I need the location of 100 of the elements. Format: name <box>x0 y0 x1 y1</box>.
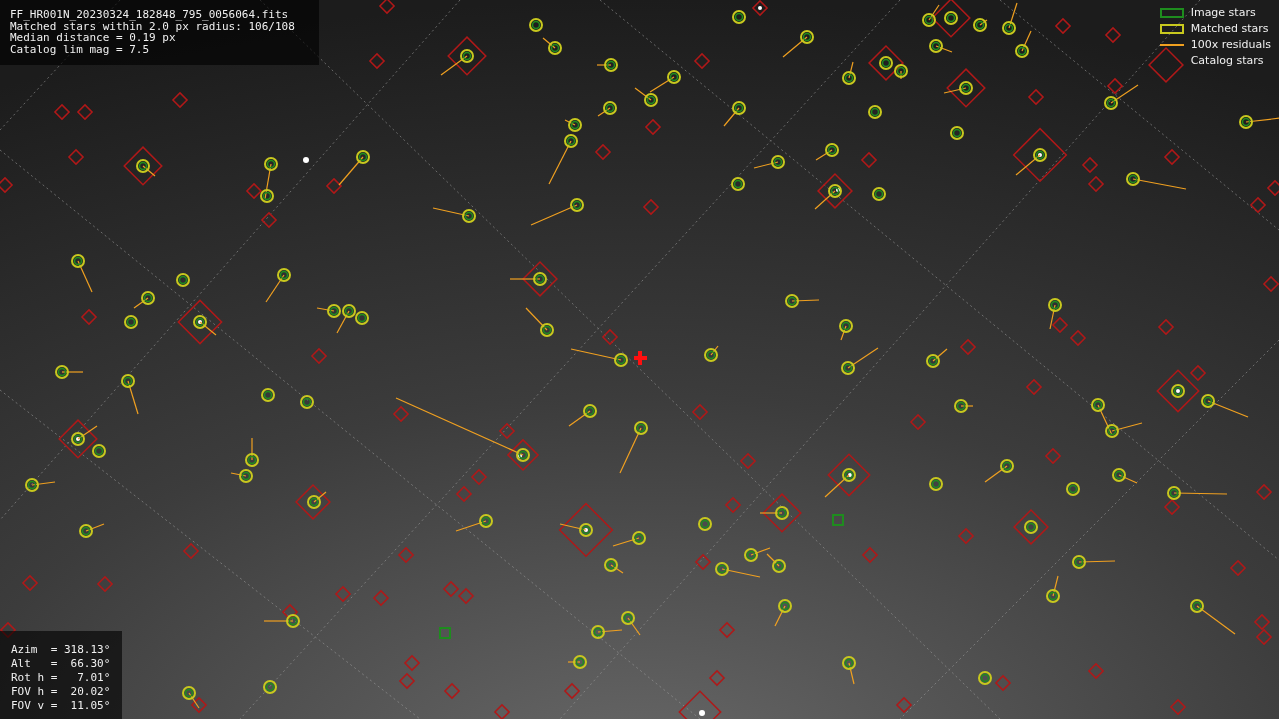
matched-star-marker <box>121 374 139 415</box>
catalog-star-marker <box>403 654 421 672</box>
matched-star-marker <box>25 478 56 492</box>
legend-label: Image stars <box>1190 6 1256 19</box>
info-text: FF_HR001N_20230324_182848_795_0056064.fits <box>10 9 290 21</box>
matched-star-marker <box>542 37 562 55</box>
matched-star-marker <box>814 184 842 210</box>
matched-star-marker <box>570 348 628 367</box>
catalog-star-marker <box>994 674 1012 692</box>
matched-star-marker <box>1112 468 1138 484</box>
matched-star-marker <box>978 671 992 685</box>
matched-star-marker <box>263 614 300 628</box>
info-text: Median distance = 0.19 px <box>10 32 176 44</box>
catalog-star-marker <box>558 502 614 558</box>
catalog-star-marker <box>397 546 415 564</box>
matched-star-marker <box>1072 555 1116 569</box>
matched-star-marker <box>619 421 648 474</box>
matched-star-marker <box>548 134 578 185</box>
catalog-star-marker <box>708 669 726 687</box>
matched-star-marker <box>954 399 974 413</box>
matched-star-marker <box>529 18 543 32</box>
catalog-star-marker <box>245 182 263 200</box>
catalog-star-marker <box>957 527 975 545</box>
catalog-star-marker <box>1148 46 1184 83</box>
catalog-star-marker <box>493 703 511 719</box>
matched-star-marker <box>753 155 785 169</box>
matched-star-marker <box>1066 482 1080 496</box>
catalog-star-marker <box>457 587 475 605</box>
catalog-star-marker <box>1262 275 1279 293</box>
catalog-star-marker <box>171 91 189 109</box>
catalog-star-marker <box>1255 483 1273 501</box>
catalog-star-marker <box>762 493 802 533</box>
legend-label: Catalog stars <box>1190 54 1264 67</box>
info-text: Catalog lim mag = 7.5 <box>10 43 151 55</box>
catalog-star-marker <box>1025 378 1043 396</box>
matched-star-marker <box>564 118 582 132</box>
matched-star-marker <box>1046 575 1060 603</box>
catalog-star-marker <box>368 52 386 70</box>
matched-star-marker <box>182 686 200 709</box>
catalog-star-marker <box>1255 628 1273 646</box>
matched-star-marker <box>759 506 789 520</box>
catalog-star-marker <box>644 118 662 136</box>
catalog-star-marker <box>182 542 200 560</box>
matched-star-marker <box>839 319 853 341</box>
catalog-star-marker <box>739 452 757 470</box>
matched-star-marker <box>929 39 953 53</box>
matched-star-marker <box>193 315 217 336</box>
matched-star-marker <box>307 491 327 509</box>
catalog-star-marker <box>1027 88 1045 106</box>
matched-star-marker <box>943 81 973 95</box>
matched-star-marker <box>1104 84 1139 110</box>
matched-star-marker <box>842 61 856 85</box>
matched-star-marker <box>263 680 277 694</box>
matched-star-marker <box>842 656 856 685</box>
catalog-star-marker <box>455 485 473 503</box>
matched-star-marker <box>261 388 275 402</box>
matched-star-marker <box>124 315 138 329</box>
catalog-star-marker <box>53 103 71 121</box>
matched-star-marker <box>509 272 547 286</box>
catalog-star-marker <box>1229 559 1247 577</box>
matched-star-marker <box>176 273 190 287</box>
matched-star-marker <box>440 49 474 76</box>
catalog-star-marker <box>260 211 278 229</box>
catalog-star-marker <box>58 419 98 459</box>
catalog-star-marker <box>959 338 977 356</box>
info-text: Matched stars within 2.0 px radius: 106/108 <box>10 20 296 32</box>
matched-star-marker <box>455 514 493 532</box>
catalog-star-marker <box>1044 447 1062 465</box>
catalog-star-marker <box>563 682 581 700</box>
catalog-star-marker <box>895 696 913 714</box>
matched-star-marker <box>649 70 681 93</box>
matched-star-marker <box>568 404 597 427</box>
catalog-star-marker <box>1013 508 1049 545</box>
catalog-star-marker <box>76 103 94 121</box>
catalog-star-marker <box>123 146 163 186</box>
catalog-star-marker <box>470 468 488 486</box>
catalog-star-marker <box>1157 318 1175 336</box>
matched-star-marker <box>774 599 792 627</box>
matched-star-marker <box>1190 599 1236 635</box>
matched-star-marker <box>432 207 476 223</box>
matched-star-marker <box>525 307 554 337</box>
matched-star-marker <box>872 187 886 201</box>
matched-star-marker <box>133 291 155 309</box>
pointing-text: FOV v = 11.05° <box>11 699 111 713</box>
catalog-star-marker <box>21 574 39 592</box>
catalog-star-marker <box>177 299 223 345</box>
cross-icon <box>634 351 647 365</box>
catalog-star-marker <box>372 589 390 607</box>
matched-star-marker <box>567 655 587 669</box>
matched-star-marker <box>530 198 584 226</box>
catalog-star-marker <box>694 553 712 571</box>
matched-star-marker <box>922 4 940 27</box>
catalog-star-marker <box>310 347 328 365</box>
matched-star-marker <box>973 18 988 32</box>
matched-star-marker <box>731 177 745 191</box>
catalog-star-marker <box>281 603 299 621</box>
matched-star-marker <box>559 523 593 537</box>
catalog-star-marker <box>1249 196 1267 214</box>
matched-star-marker <box>230 469 253 483</box>
matched-star-marker <box>1015 30 1032 58</box>
